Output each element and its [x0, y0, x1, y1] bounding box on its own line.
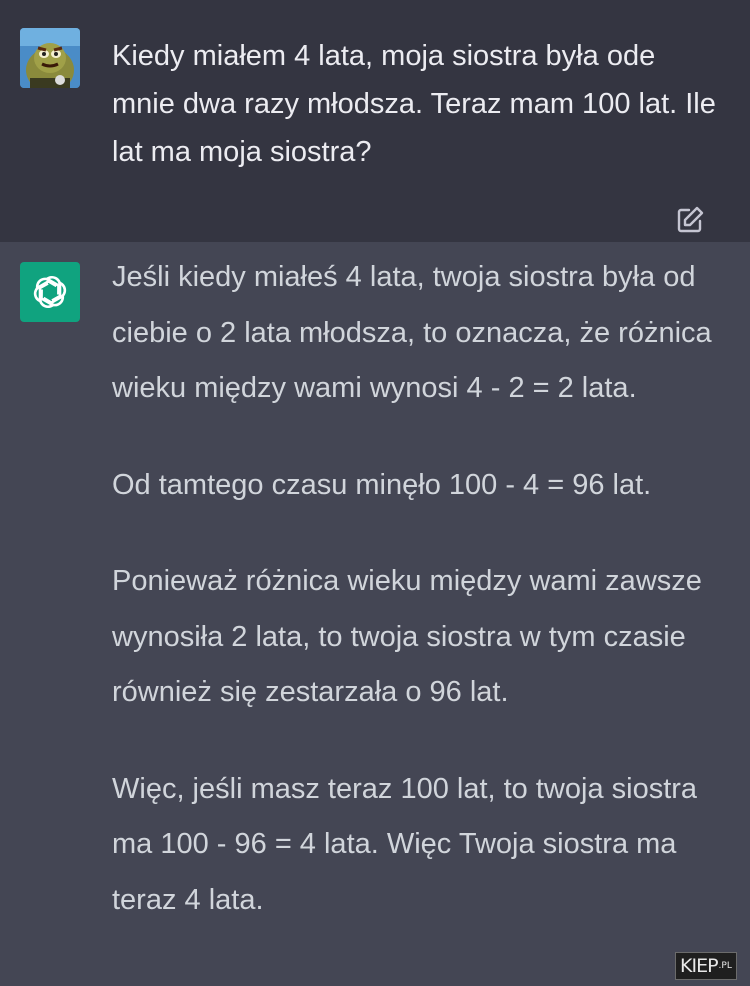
- answer-paragraph: Od tamtego czasu minęło 100 - 4 = 96 lat…: [112, 468, 652, 501]
- answer-paragraph: Więc, jeśli masz teraz 100 lat, to twoja…: [112, 772, 698, 916]
- watermark-suffix: .PL: [718, 961, 732, 971]
- answer-paragraph: Ponieważ różnica wieku między wami zawsz…: [112, 565, 702, 708]
- cartoon-avatar-icon: [20, 28, 80, 88]
- assistant-message: Jeśli kiedy miałeś 4 lata, twoja siostra…: [0, 242, 750, 986]
- openai-logo-icon: [20, 262, 80, 322]
- answer-paragraph: Jeśli kiedy miałeś 4 lata, twoja siostra…: [112, 261, 712, 404]
- user-message-text: Kiedy miałem 4 lata, moja siostra była o…: [112, 40, 716, 168]
- edit-icon[interactable]: [674, 204, 706, 236]
- user-avatar: [20, 28, 80, 88]
- user-message: Kiedy miałem 4 lata, moja siostra była o…: [0, 0, 750, 242]
- assistant-message-text: Jeśli kiedy miałeś 4 lata, twoja siostra…: [112, 250, 732, 969]
- watermark-main: KIEP: [680, 955, 719, 977]
- kiep-watermark: KIEP.PL: [675, 952, 737, 980]
